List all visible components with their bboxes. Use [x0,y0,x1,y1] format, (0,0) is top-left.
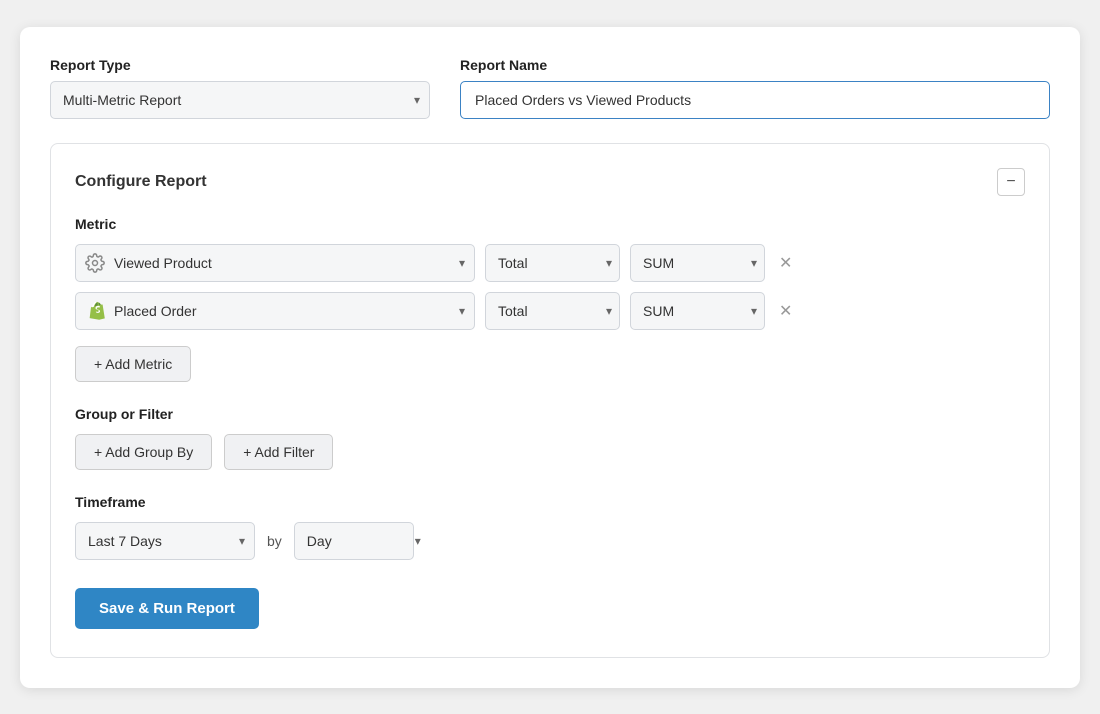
by-label: by [267,533,282,549]
timeframe-label: Timeframe [75,494,1025,510]
metric-1-func-select[interactable]: SUM COUNT AVG [630,244,765,282]
metric-1-agg-type-select[interactable]: Total Unique Average [485,244,620,282]
metric-section-label: Metric [75,216,1025,232]
configure-title: Configure Report [75,173,207,191]
top-row: Report Type Multi-Metric Report Single M… [50,57,1050,119]
group-filter-label: Group or Filter [75,406,1025,422]
metric-1-remove-button[interactable]: ✕ [775,249,796,277]
collapse-button[interactable]: − [997,168,1025,196]
group-filter-row: + Add Group By + Add Filter [75,434,1025,470]
granularity-chevron-icon: ▾ [415,534,421,548]
report-type-select[interactable]: Multi-Metric Report Single Metric Report… [50,81,430,119]
metric-1-func-wrapper: SUM COUNT AVG ▾ [630,244,765,282]
metric-1-select-wrapper: Viewed Product Placed Order Added to Car… [75,244,475,282]
metric-row-1: Viewed Product Placed Order Added to Car… [75,244,1025,282]
report-name-input[interactable] [460,81,1050,119]
metric-2-func-select[interactable]: SUM COUNT AVG [630,292,765,330]
timeframe-select[interactable]: Last 7 Days Last 30 Days Last 90 Days Th… [75,522,255,560]
granularity-select[interactable]: Day Week Month [294,522,414,560]
report-name-group: Report Name [460,57,1050,119]
report-type-group: Report Type Multi-Metric Report Single M… [50,57,430,119]
timeframe-select-wrapper: Last 7 Days Last 30 Days Last 90 Days Th… [75,522,255,560]
main-card: Report Type Multi-Metric Report Single M… [20,27,1080,688]
granularity-select-wrapper: Day Week Month ▾ [294,522,429,560]
metric-1-select[interactable]: Viewed Product Placed Order Added to Car… [75,244,475,282]
metric-2-func-wrapper: SUM COUNT AVG ▾ [630,292,765,330]
report-type-select-wrapper: Multi-Metric Report Single Metric Report… [50,81,430,119]
collapse-icon: − [1006,173,1015,191]
metric-2-select-wrapper: Placed Order Viewed Product Added to Car… [75,292,475,330]
close-icon: ✕ [779,301,792,321]
metric-1-agg-type-wrapper: Total Unique Average ▾ [485,244,620,282]
metric-2-agg-type-wrapper: Total Unique Average ▾ [485,292,620,330]
configure-header: Configure Report − [75,168,1025,196]
metric-2-select[interactable]: Placed Order Viewed Product Added to Car… [75,292,475,330]
report-type-label: Report Type [50,57,430,73]
add-metric-button[interactable]: + Add Metric [75,346,191,382]
close-icon: ✕ [779,253,792,273]
configure-section: Configure Report − Metric Viewed Product… [50,143,1050,658]
save-run-button[interactable]: Save & Run Report [75,588,259,629]
metric-row-2: Placed Order Viewed Product Added to Car… [75,292,1025,330]
add-group-by-button[interactable]: + Add Group By [75,434,212,470]
report-name-label: Report Name [460,57,1050,73]
metric-2-remove-button[interactable]: ✕ [775,297,796,325]
add-filter-button[interactable]: + Add Filter [224,434,333,470]
metric-2-agg-type-select[interactable]: Total Unique Average [485,292,620,330]
timeframe-row: Last 7 Days Last 30 Days Last 90 Days Th… [75,522,1025,560]
